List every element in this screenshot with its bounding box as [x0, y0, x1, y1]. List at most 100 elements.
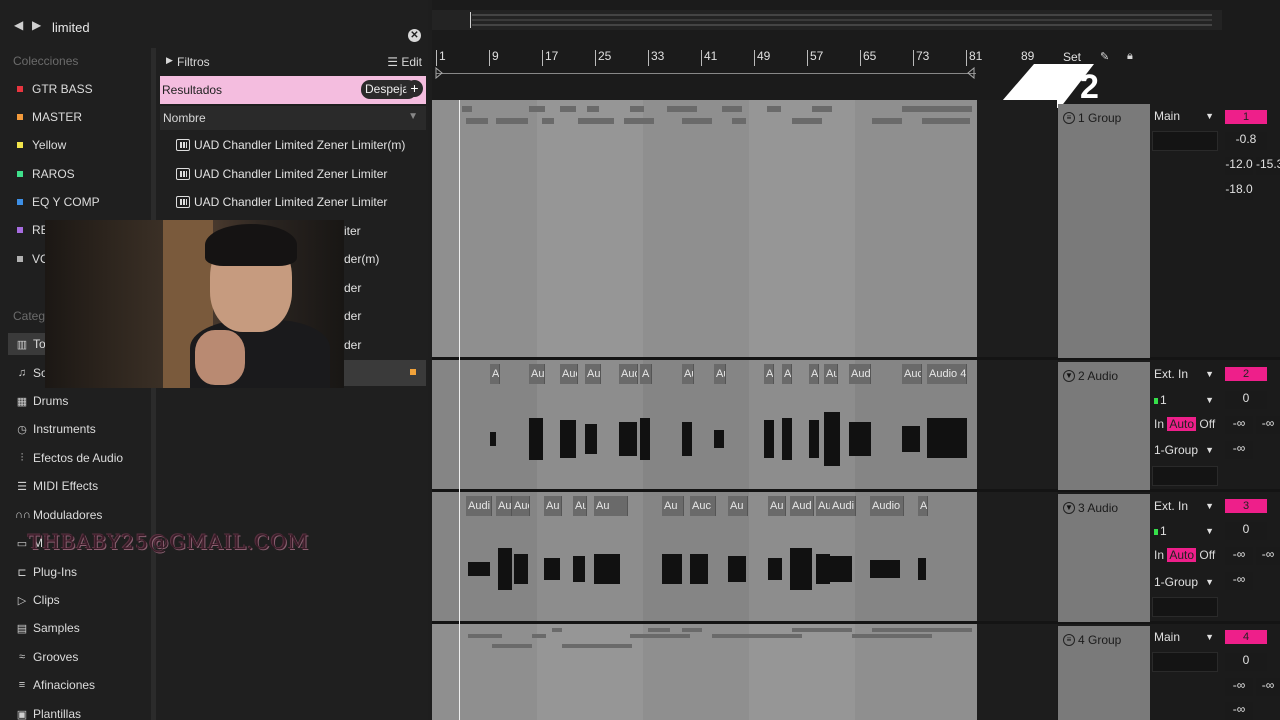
group-fold-icon[interactable]: ≡: [1063, 112, 1075, 124]
back-arrow-icon[interactable]: ◀: [14, 18, 23, 32]
lane-shade: [537, 624, 643, 720]
modulators-icon: ∩∩: [15, 509, 31, 521]
track-1-lane[interactable]: [432, 100, 977, 358]
track-name[interactable]: 1 Group: [1078, 111, 1121, 125]
monitor-auto-button[interactable]: Auto: [1167, 548, 1197, 562]
arrangement-overview[interactable]: [432, 10, 1222, 30]
output-channel-box[interactable]: [1152, 131, 1218, 151]
volume-value[interactable]: 0: [1225, 522, 1267, 540]
selected-result-row[interactable]: [344, 360, 426, 386]
collection-item[interactable]: MASTER: [17, 107, 82, 127]
group-fold-icon[interactable]: ≡: [1063, 634, 1075, 646]
track-2-header[interactable]: ▼ 2 Audio: [1058, 362, 1150, 490]
playhead[interactable]: [459, 100, 460, 720]
category-modulators[interactable]: ∩∩ Moduladores: [15, 504, 102, 526]
result-item[interactable]: UAD Chandler Limited Zener Limiter: [176, 192, 387, 212]
add-icon[interactable]: +: [406, 80, 423, 97]
collection-item[interactable]: RAROS: [17, 164, 75, 184]
category-samples[interactable]: ▤ Samples: [15, 617, 80, 639]
track-name[interactable]: 3 Audio: [1078, 501, 1118, 515]
send-value[interactable]: -∞: [1256, 547, 1280, 565]
send-value[interactable]: -∞: [1256, 416, 1280, 434]
loop-brace[interactable]: [432, 66, 980, 80]
edit-button[interactable]: ☰ Edit: [387, 55, 422, 69]
result-item[interactable]: iter: [344, 221, 361, 241]
input-channel-select[interactable]: 1 ▼: [1152, 521, 1218, 541]
track-1-header[interactable]: ≡ 1 Group: [1058, 104, 1150, 358]
pan-value[interactable]: -∞: [1225, 547, 1253, 565]
result-item[interactable]: UAD Chandler Limited Zener Limiter: [176, 164, 387, 184]
sort-arrow-icon[interactable]: ▼: [408, 111, 418, 122]
track-name[interactable]: 4 Group: [1078, 633, 1121, 647]
category-midi-effects[interactable]: ☰ MIDI Effects: [15, 475, 98, 497]
lane-shade: [749, 624, 855, 720]
ruler-mark: 73: [913, 50, 929, 66]
category-clips[interactable]: ▷ Clips: [15, 589, 60, 611]
send-value[interactable]: -∞: [1225, 572, 1253, 590]
category-drums[interactable]: ▦ Drums: [15, 390, 69, 412]
output-routing-select[interactable]: Main ▼: [1152, 106, 1218, 126]
monitor-in-button[interactable]: In: [1154, 548, 1164, 562]
result-item[interactable]: der: [344, 278, 361, 298]
pan-value[interactable]: -∞: [1225, 678, 1253, 696]
results-header: Resultados Despejar +: [160, 76, 426, 104]
track-number[interactable]: 2: [1225, 367, 1267, 381]
send-value[interactable]: -∞: [1225, 441, 1253, 459]
output-channel-box[interactable]: [1152, 466, 1218, 486]
collection-item[interactable]: Yellow: [17, 135, 66, 155]
category-grooves[interactable]: ≈ Grooves: [15, 646, 78, 668]
category-label: Grooves: [33, 650, 79, 664]
collection-item[interactable]: GTR BASS: [17, 79, 93, 99]
category-audio-effects[interactable]: ⫶ Efectos de Audio: [15, 447, 123, 469]
result-item[interactable]: der(m): [344, 249, 379, 269]
fold-arrow-icon[interactable]: ▼: [1063, 370, 1075, 382]
monitor-off-button[interactable]: Off: [1199, 548, 1215, 562]
track-4-header[interactable]: ≡ 4 Group: [1058, 626, 1150, 720]
track-name[interactable]: 2 Audio: [1078, 369, 1118, 383]
track-number[interactable]: 3: [1225, 499, 1267, 513]
clear-search-icon[interactable]: ✕: [408, 29, 421, 42]
track-4-lane[interactable]: [432, 624, 977, 720]
search-input[interactable]: limited: [52, 20, 90, 35]
pan-value[interactable]: -∞: [1225, 416, 1253, 434]
monitor-off-button[interactable]: Off: [1199, 417, 1215, 431]
category-templates[interactable]: ▣ Plantillas: [15, 703, 81, 720]
category-tunings[interactable]: ≡ Afinaciones: [15, 674, 95, 696]
fold-arrow-icon[interactable]: ▼: [1063, 502, 1075, 514]
collection-item[interactable]: RE: [17, 220, 49, 240]
track-3-lane[interactable]: Audi Au Auc Au Audio Au Au Auc Au Au Aud…: [432, 492, 977, 622]
output-routing-select[interactable]: Main ▼: [1152, 627, 1218, 647]
filters-bar[interactable]: ▶ Filtros ☰ Edit: [160, 52, 426, 72]
track-3-header[interactable]: ▼ 3 Audio: [1058, 494, 1150, 622]
category-plugins[interactable]: ⊏ Plug-Ins: [15, 561, 77, 583]
track-2-lane[interactable]: A Au Auc Au Aud A Au Au A A A Au Aud Auc…: [432, 360, 977, 490]
expand-triangle-icon[interactable]: ▶: [166, 55, 173, 66]
group-clip-bar: [630, 106, 644, 112]
group-clip-bar: [532, 634, 546, 638]
beat-ruler[interactable]: 1 9 17 25 33 41 49 57 65 73 81 89: [432, 46, 1034, 68]
name-column-header[interactable]: Nombre ▼: [160, 106, 426, 130]
input-channel-select[interactable]: 1 ▼: [1152, 390, 1218, 410]
volume-value[interactable]: 0: [1225, 391, 1267, 409]
track-number[interactable]: 4: [1225, 630, 1267, 644]
track-number[interactable]: 1: [1225, 110, 1267, 124]
input-type-select[interactable]: Ext. In ▼: [1152, 496, 1218, 516]
category-instruments[interactable]: ◷ Instruments: [15, 418, 96, 440]
monitor-auto-button[interactable]: Auto: [1167, 417, 1197, 431]
result-item[interactable]: UAD Chandler Limited Zener Limiter(m): [176, 135, 405, 155]
category-label: To: [33, 337, 46, 351]
collection-item[interactable]: EQ Y COMP: [17, 192, 100, 212]
send-value[interactable]: -∞: [1256, 678, 1280, 696]
output-routing-select[interactable]: 1-Group ▼: [1152, 572, 1218, 592]
result-item[interactable]: der: [344, 306, 361, 326]
forward-arrow-icon[interactable]: ▶: [32, 18, 41, 32]
volume-value[interactable]: 0: [1225, 653, 1267, 671]
send-value[interactable]: -∞: [1225, 702, 1253, 720]
result-item[interactable]: der: [344, 335, 361, 355]
output-channel-box[interactable]: [1152, 597, 1218, 617]
output-routing-select[interactable]: 1-Group ▼: [1152, 440, 1218, 460]
volume-value[interactable]: -0.8: [1225, 132, 1267, 150]
monitor-in-button[interactable]: In: [1154, 417, 1164, 431]
output-channel-box[interactable]: [1152, 652, 1218, 672]
input-type-select[interactable]: Ext. In ▼: [1152, 364, 1218, 384]
